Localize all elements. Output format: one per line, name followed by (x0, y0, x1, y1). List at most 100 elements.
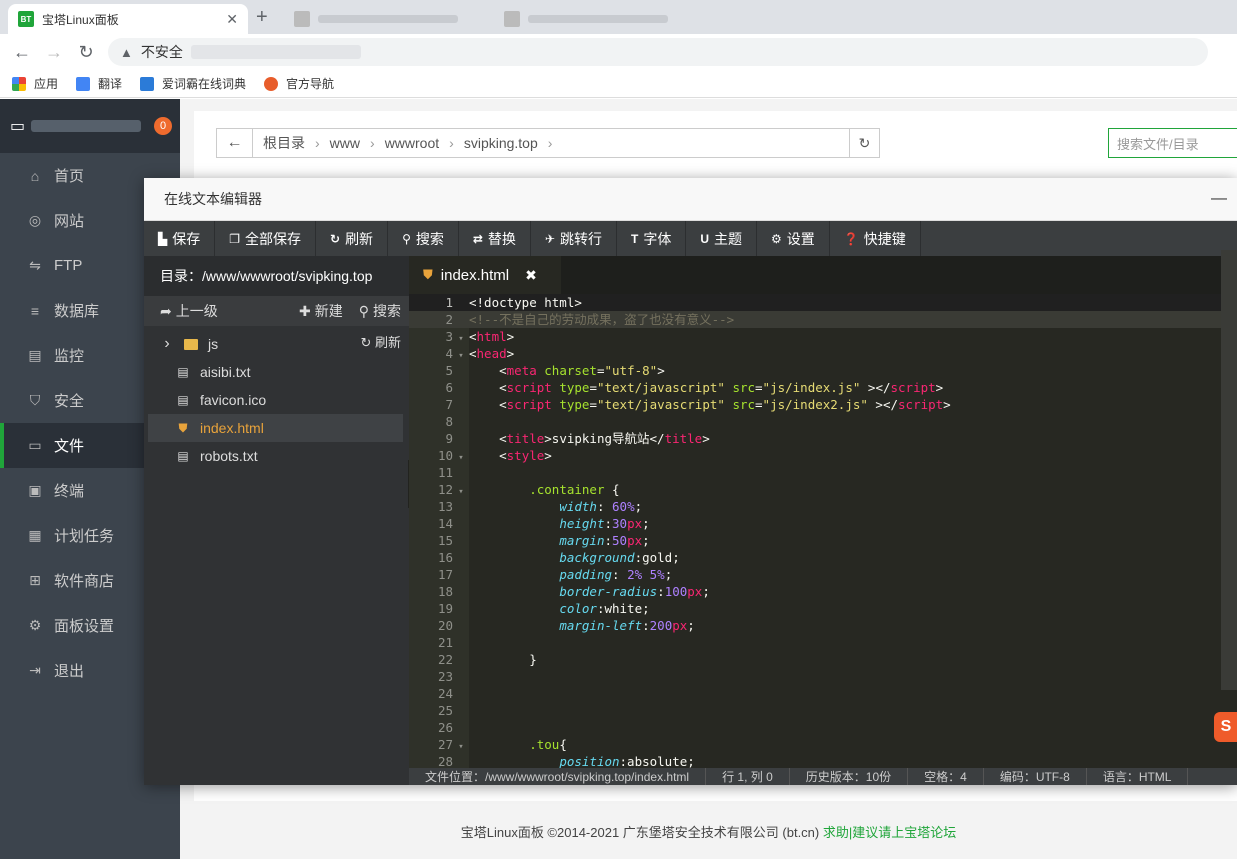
code-line: 12 ▾ .container { (409, 481, 1221, 498)
file-icon: ▤ (177, 393, 189, 407)
tab-favicon-icon (504, 11, 520, 27)
line-number: 17 (437, 567, 453, 582)
sidebar-item-icon: ⛉ (29, 392, 41, 408)
sidebar-item-label: 首页 (54, 168, 85, 185)
toolbar-button[interactable]: ↻ 刷新 (316, 221, 389, 256)
line-number: 10 (437, 448, 453, 463)
file-list-item[interactable]: ▤ favicon.ico (144, 386, 409, 414)
toolbar-button-label: 刷新 (345, 230, 374, 247)
line-number: 1 (445, 295, 453, 310)
toolbar-button[interactable]: ⇄ 替换 (459, 221, 531, 256)
line-number: 7 (445, 397, 453, 412)
code-text: .container { (529, 482, 620, 497)
file-icon: ▤ (177, 365, 189, 379)
toolbar-button-label: 字体 (643, 230, 672, 247)
toolbar-button-label: 保存 (172, 230, 201, 247)
breadcrumb-wwwroot[interactable]: wwwroot (385, 135, 439, 151)
code-line: 7 <script type="text/javascript" src="js… (409, 396, 1221, 413)
breadcrumb-www[interactable]: www (330, 135, 360, 151)
code-text: <!doctype html> (469, 295, 582, 310)
search-file-button[interactable]: ⚲ 搜索 (359, 301, 401, 321)
ime-floating-icon[interactable]: S (1214, 712, 1237, 742)
reload-icon[interactable]: ↻ (70, 42, 102, 63)
code-line: 25 (409, 702, 1221, 719)
status-item: 编码：UTF-8 (984, 768, 1087, 785)
file-list-item[interactable]: ▤ robots.txt (144, 442, 409, 470)
toolbar-button[interactable]: ▙ 保存 (144, 221, 216, 256)
line-number: 15 (437, 533, 453, 548)
forum-link[interactable]: 求助|建议请上宝塔论坛 (823, 825, 956, 840)
search-icon: ⚲ (358, 302, 369, 319)
toolbar-button[interactable]: ❓ 快捷键 (830, 221, 921, 256)
file-icon: ▤ (177, 449, 189, 463)
browser-tab-background[interactable] (284, 4, 504, 34)
code-line: 6 <script type="text/javascript" src="js… (409, 379, 1221, 396)
toolbar-button[interactable]: ⚙ 设置 (757, 221, 830, 256)
file-list-item[interactable]: ▤ aisibi.txt (144, 358, 409, 386)
file-list-item[interactable]: ⛊ index.html (148, 414, 403, 442)
code-text: <html> (469, 329, 515, 344)
bookmark-navigation[interactable]: 官方导航 (264, 75, 334, 92)
refresh-icon[interactable]: ↻ (849, 129, 879, 157)
new-file-button[interactable]: ✚ 新建 (299, 301, 343, 321)
minimize-icon[interactable]: — (1211, 190, 1227, 208)
folder-icon (184, 338, 198, 350)
code-text: margin:50px; (559, 533, 650, 548)
sidebar-item-icon: ▣ (28, 482, 42, 498)
line-number: 25 (437, 703, 453, 718)
close-tab-icon[interactable]: ✖ (525, 267, 537, 284)
bookmark-apps[interactable]: 应用 (12, 75, 58, 92)
sidebar-item-label: 退出 (54, 663, 85, 680)
back-arrow-icon[interactable]: ← (6, 42, 38, 63)
code-line: 3 ▾ <html> (409, 328, 1221, 345)
new-tab-button[interactable]: + (256, 6, 268, 29)
file-list-item[interactable]: › js (144, 330, 409, 358)
search-label: 搜索 (373, 303, 401, 319)
chevron-right-icon[interactable]: › (160, 335, 174, 353)
tab-title-redacted (528, 15, 668, 23)
editor-tab-index-html[interactable]: ⛊ index.html ✖ (409, 256, 561, 294)
code-text: margin-left:200px; (559, 618, 695, 633)
browser-tab-strip: BT 宝塔Linux面板 ✕ + (0, 0, 1237, 34)
toolbar-button[interactable]: T 字体 (617, 221, 687, 256)
bookmark-dictionary[interactable]: 爱词霸在线词典 (140, 75, 246, 92)
bt-favicon-icon: BT (18, 11, 34, 27)
replace-icon: ⇄ (472, 231, 483, 246)
monitor-icon: ▭ (10, 118, 26, 135)
breadcrumb-site[interactable]: svipking.top (464, 135, 538, 151)
sidebar-item-icon: ▭ (28, 437, 42, 453)
dialog-title: 在线文本编辑器 (164, 191, 262, 207)
file-search-input[interactable]: 搜索文件/目录 (1108, 128, 1237, 158)
browser-tab-active[interactable]: BT 宝塔Linux面板 ✕ (8, 4, 248, 34)
sidebar-item-icon: ⊞ (29, 572, 41, 588)
back-arrow-icon[interactable]: ← (217, 129, 253, 157)
toolbar-button[interactable]: ❐ 全部保存 (215, 221, 316, 256)
line-number: 13 (437, 499, 453, 514)
close-tab-icon[interactable]: ✕ (226, 11, 238, 28)
code-line: 23 (409, 668, 1221, 685)
sidebar-item-label: 数据库 (54, 303, 100, 320)
file-tree-panel: 目录：/www/wwwroot/svipking.top ➦ 上一级 ✚ 新建 ⚲ 搜… (144, 256, 409, 785)
forward-arrow-icon[interactable]: → (38, 42, 70, 63)
toolbar-button[interactable]: ✈ 跳转行 (531, 221, 617, 256)
bookmark-translate[interactable]: 翻译 (76, 75, 122, 92)
status-item: 历史版本：10份 (790, 768, 909, 785)
address-bar-row: ← → ↻ ▲ 不安全 (0, 34, 1237, 70)
breadcrumb-root[interactable]: 根目录 (263, 133, 305, 153)
toolbar-button[interactable]: U 主题 (686, 221, 757, 256)
editor-scrollbar[interactable] (1221, 250, 1237, 690)
code-editor[interactable]: 1 <!doctype html> 2 <!--不是自己的劳动成果，盗了也没有意义--… (409, 294, 1221, 768)
file-list: › js ▤ aisibi.txt ▤ favicon.ico ⛊ index.html ▤ ro… (144, 330, 409, 470)
line-number: 24 (437, 686, 453, 701)
search-icon: ⚲ (402, 231, 411, 246)
go-up-button[interactable]: ➦ 上一级 (160, 301, 218, 321)
code-line: 10 ▾ <style> (409, 447, 1221, 464)
toolbar-button[interactable]: ⚲ 搜索 (388, 221, 459, 256)
sidebar-item-icon: ⇋ (29, 257, 41, 273)
browser-tab-background[interactable] (494, 4, 714, 34)
toolbar-button-label: 设置 (786, 230, 815, 247)
code-line: 22 } (409, 651, 1221, 668)
url-omnibox[interactable]: ▲ 不安全 (108, 38, 1208, 66)
notification-badge[interactable]: 0 (154, 117, 172, 135)
refresh-icon: ↻ (330, 231, 341, 246)
